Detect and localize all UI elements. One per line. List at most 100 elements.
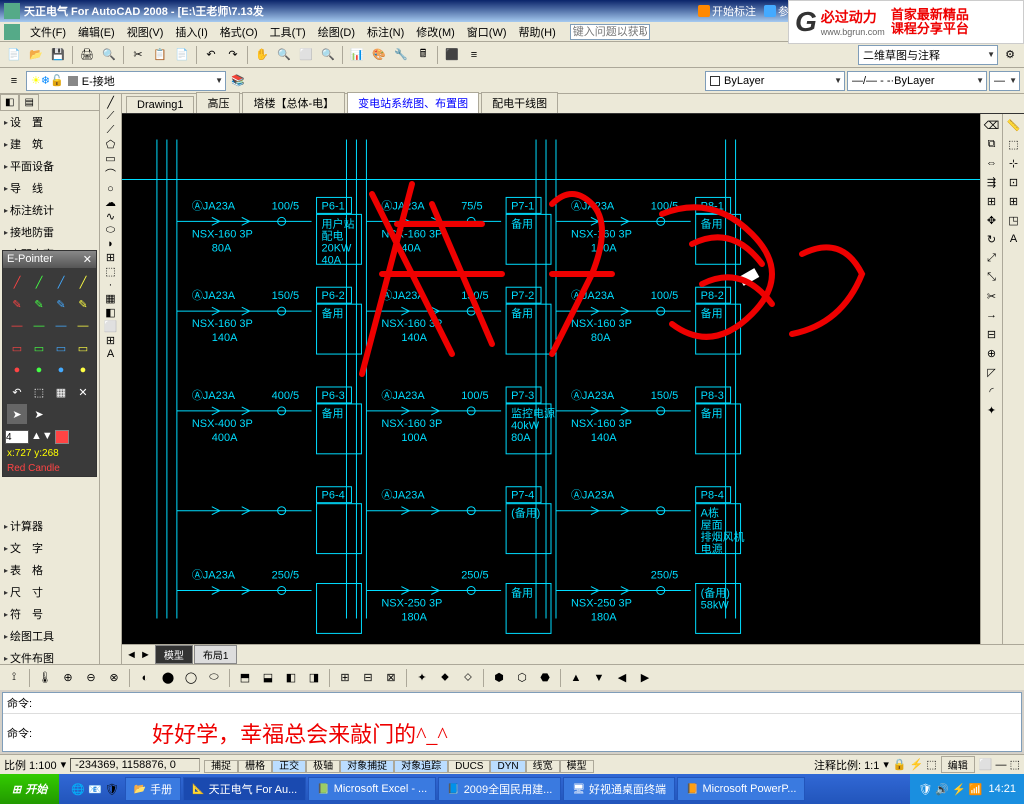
bt-p[interactable]: ⬥: [435, 668, 455, 688]
stretch-icon[interactable]: ⤡: [983, 268, 1001, 286]
scale-label[interactable]: 比例 1:100: [4, 757, 57, 773]
ep-pen4[interactable]: ✎: [73, 294, 93, 314]
copy2-icon[interactable]: ⧉: [983, 135, 1001, 153]
bt-q[interactable]: ⬦: [458, 668, 478, 688]
hatch-icon[interactable]: ▦: [105, 292, 115, 305]
xline-icon[interactable]: ⟋: [107, 110, 115, 123]
ep-r4[interactable]: ▭: [73, 338, 93, 358]
pan-icon[interactable]: ✋: [252, 45, 272, 65]
annot-scale[interactable]: 注释比例: 1:1: [814, 757, 879, 773]
panel-tab[interactable]: ◧: [0, 94, 19, 110]
sidebar-item[interactable]: 设 置: [0, 111, 99, 133]
close-icon[interactable]: ✕: [83, 253, 92, 266]
region-icon[interactable]: ⬜: [104, 320, 118, 333]
bt-h[interactable]: ⬒: [235, 668, 255, 688]
copy-icon[interactable]: 📋: [150, 45, 170, 65]
bt-temp[interactable]: 🌡: [35, 668, 55, 688]
status-模型[interactable]: 模型: [560, 760, 594, 773]
ep-pen[interactable]: ✎: [7, 294, 27, 314]
move-icon[interactable]: ✥: [983, 211, 1001, 229]
ep-size[interactable]: [5, 430, 29, 444]
ep-c4[interactable]: ●: [73, 360, 93, 380]
block-icon[interactable]: ⬛: [442, 45, 462, 65]
tool-icon[interactable]: 🔧: [391, 45, 411, 65]
rotate-icon[interactable]: ↻: [983, 230, 1001, 248]
bt-f[interactable]: ◯: [181, 668, 201, 688]
nav1-icon[interactable]: ⊡: [1005, 173, 1023, 191]
ep-l3[interactable]: —: [51, 316, 71, 336]
ep-r2[interactable]: ▭: [29, 338, 49, 358]
panel-tab2[interactable]: ▤: [19, 94, 38, 110]
break-icon[interactable]: ⊟: [983, 325, 1001, 343]
offset-icon[interactable]: ⇶: [983, 173, 1001, 191]
erase-icon[interactable]: ⌫: [983, 116, 1001, 134]
menu-modify[interactable]: 修改(M): [410, 22, 461, 42]
sidebar-item[interactable]: 标注统计: [0, 199, 99, 221]
insert-icon[interactable]: ⊞: [106, 251, 115, 264]
sidebar-item[interactable]: 尺 寸: [0, 581, 99, 603]
undo-icon[interactable]: ↶: [201, 45, 221, 65]
status-对象追踪[interactable]: 对象追踪: [394, 760, 448, 773]
bt-w[interactable]: ◀: [612, 668, 632, 688]
status-DYN[interactable]: DYN: [490, 760, 525, 773]
ep-c2[interactable]: ●: [29, 360, 49, 380]
status-DUCS[interactable]: DUCS: [448, 760, 490, 773]
sidebar-item[interactable]: 导 线: [0, 177, 99, 199]
sidebar-item[interactable]: 计算器: [0, 515, 99, 537]
ep-undo[interactable]: ↶: [7, 382, 27, 402]
menu-format[interactable]: 格式(O): [214, 22, 264, 42]
bt-n[interactable]: ⊠: [381, 668, 401, 688]
block-icon[interactable]: ⬚: [105, 265, 115, 278]
ep-pen3[interactable]: ✎: [51, 294, 71, 314]
ep-c3[interactable]: ●: [51, 360, 71, 380]
ep-color[interactable]: [55, 430, 69, 444]
status-线宽[interactable]: 线宽: [526, 760, 560, 773]
earc-icon[interactable]: ◗: [107, 238, 114, 250]
layer-icon[interactable]: ≡: [464, 45, 484, 65]
line-icon[interactable]: ╱: [107, 96, 114, 109]
ep-line4[interactable]: ╱: [73, 272, 93, 292]
tab-drawing1[interactable]: Drawing1: [126, 96, 194, 113]
dist-icon[interactable]: 📏: [1005, 116, 1023, 134]
bt-c[interactable]: ⊗: [104, 668, 124, 688]
tab-hv[interactable]: 高压: [196, 92, 240, 113]
arc-icon[interactable]: ⌒: [105, 166, 116, 182]
sidebar-item[interactable]: 表 格: [0, 559, 99, 581]
cut-icon[interactable]: ✂: [128, 45, 148, 65]
calc-icon[interactable]: 🖩: [413, 45, 433, 65]
bt-x[interactable]: ▶: [635, 668, 655, 688]
join-icon[interactable]: ⊕: [983, 344, 1001, 362]
nav2-icon[interactable]: ⊞: [1005, 192, 1023, 210]
ep-sq2[interactable]: ▦: [51, 382, 71, 402]
share-start[interactable]: 开始标注: [698, 3, 756, 19]
design-icon[interactable]: 🎨: [369, 45, 389, 65]
zoom-window-icon[interactable]: ⬜: [296, 45, 316, 65]
bt-s[interactable]: ⬡: [512, 668, 532, 688]
lineweight-combo[interactable]: —: [989, 71, 1020, 91]
print-icon[interactable]: 🖨: [77, 45, 97, 65]
task-tianzheng[interactable]: 📐天正电气 For Au...: [183, 777, 306, 801]
menu-insert[interactable]: 插入(I): [169, 22, 213, 42]
zoom-icon[interactable]: 🔍: [274, 45, 294, 65]
menu-draw[interactable]: 绘图(D): [312, 22, 361, 42]
zoom-prev-icon[interactable]: 🔍: [318, 45, 338, 65]
task-hst[interactable]: 🖥好视通桌面终端: [563, 777, 675, 801]
rect-icon[interactable]: ▭: [105, 152, 115, 165]
epointer-palette[interactable]: E-Pointer✕ ╱ ╱ ╱ ╱ ✎ ✎ ✎ ✎ — — — — ▭ ▭ ▭…: [2, 250, 97, 477]
bt-r[interactable]: ⬢: [489, 668, 509, 688]
sidebar-item[interactable]: 文件布图: [0, 647, 99, 664]
save-icon[interactable]: 💾: [48, 45, 68, 65]
status-正交[interactable]: 正交: [272, 760, 306, 773]
task-ppt[interactable]: 📙Microsoft PowerP...: [677, 777, 805, 801]
tab-substation[interactable]: 变电站系统图、布置图: [347, 92, 479, 113]
bt-k[interactable]: ◨: [304, 668, 324, 688]
point-icon[interactable]: ·: [109, 279, 113, 291]
workspace-combo[interactable]: 二维草图与注释: [858, 45, 998, 65]
menu-edit[interactable]: 编辑(E): [72, 22, 121, 42]
sidebar-item[interactable]: 符 号: [0, 603, 99, 625]
pline-icon[interactable]: ⟋: [107, 124, 115, 137]
bt-d[interactable]: ◐: [135, 668, 155, 688]
bt-e[interactable]: ⬤: [158, 668, 178, 688]
circle-icon[interactable]: ○: [107, 183, 114, 195]
new-icon[interactable]: 📄: [4, 45, 24, 65]
